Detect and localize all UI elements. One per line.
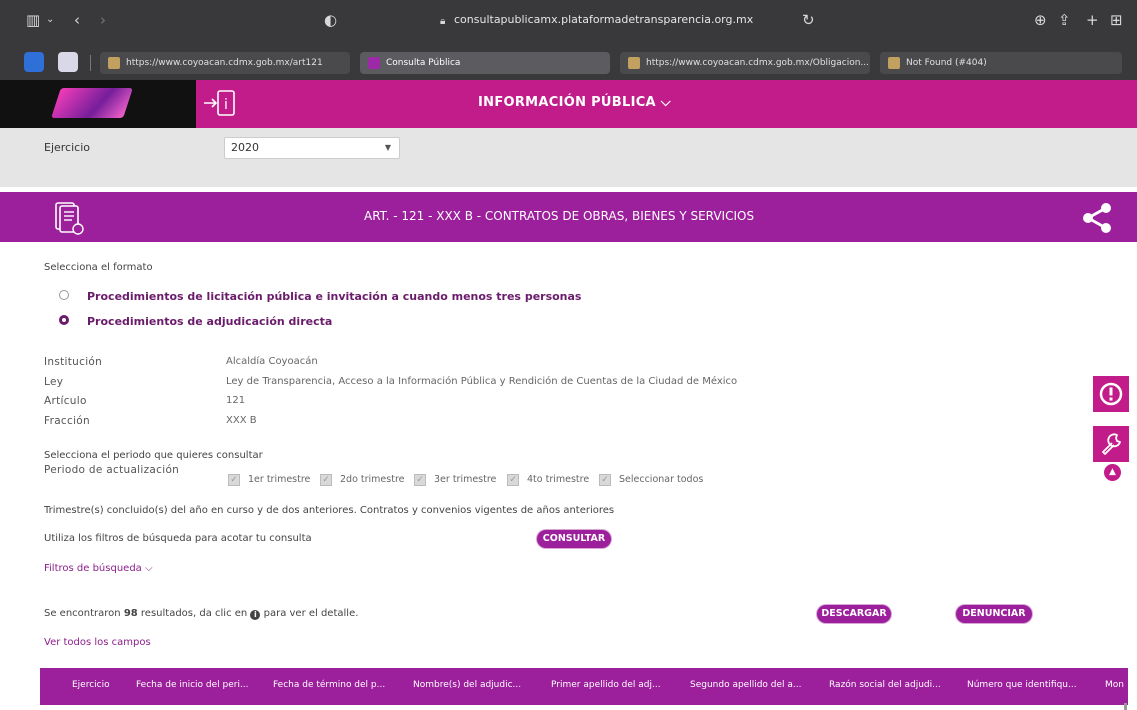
new-tab-icon[interactable]: + [1086,10,1099,30]
wrench-icon [1102,433,1121,455]
chevron-down-icon: ▼ [384,143,391,152]
tab-overview-icon[interactable]: ⊞ [1110,10,1123,30]
tab-not-found[interactable]: Not Found (#404) [880,52,1122,74]
browser-toolbar: ▥ ⌄ ‹ › ◐ 🔒︎ consultapublicamx.plataform… [0,0,1137,42]
tab-strip: https://www.coyoacan.cdmx.gob.mx/art121 … [0,52,1137,74]
ejercicio-bar [0,128,1137,187]
alert-icon [1099,382,1123,406]
address-bar[interactable]: consultapublicamx.plataformadetransparen… [454,13,753,26]
column-header[interactable]: Fecha de inicio del peri... [136,680,249,690]
share-icon[interactable] [1080,200,1116,236]
favicon-icon [628,57,640,69]
forward-icon[interactable]: › [100,10,106,30]
ejercicio-value: 2020 [231,141,259,154]
descargar-button[interactable]: DESCARGAR [817,605,891,623]
ver-todos-campos-link[interactable]: Ver todos los campos [44,637,151,648]
svg-text:i: i [224,97,228,113]
reload-icon[interactable]: ↻ [802,10,815,30]
alert-button[interactable] [1093,376,1129,412]
ley-label: Ley [44,376,64,388]
login-info-icon[interactable]: i [200,86,240,120]
format-prompt: Selecciona el formato [44,262,153,273]
ejercicio-select[interactable]: 2020 ▼ [224,137,400,159]
checkbox-seleccionar-todos[interactable]: ✓ [599,474,611,486]
checkbox-3er-trimestre-label[interactable]: 3er trimestre [434,474,496,485]
lock-icon: 🔒︎ [440,16,446,27]
chevron-down-icon[interactable]: ⌄ [46,10,54,30]
articulo-value: 121 [226,395,246,406]
checkbox-2do-trimestre[interactable]: ✓ [320,474,332,486]
back-icon[interactable]: ‹ [74,10,80,30]
share-icon[interactable]: ⇪ [1058,10,1071,30]
checkbox-2do-trimestre-label[interactable]: 2do trimestre [340,474,405,485]
privacy-shield-icon[interactable]: ◐ [324,10,337,30]
column-header[interactable]: Segundo apellido del a... [690,680,802,690]
document-icon [48,200,88,236]
periodo-label: Periodo de actualización [44,464,180,476]
checkbox-3er-trimestre[interactable]: ✓ [414,474,426,486]
ejercicio-label: Ejercicio [44,141,90,154]
radio-licitacion-label[interactable]: Procedimientos de licitación pública e i… [87,290,581,303]
logo-mark [51,88,133,118]
tab-consulta-publica[interactable]: Consulta Pública [360,52,610,74]
fraccion-value: XXX B [226,415,257,426]
institucion-value: Alcaldía Coyoacán [226,356,318,367]
checkbox-seleccionar-todos-label[interactable]: Seleccionar todos [619,474,703,485]
scrollbar-thumb[interactable] [1124,703,1127,710]
checkbox-4to-trimestre[interactable]: ✓ [507,474,519,486]
column-header[interactable]: Primer apellido del adj... [551,680,661,690]
column-header[interactable]: Número que identifiqu... [967,680,1077,690]
filtros-hint: Utiliza los filtros de búsqueda para aco… [44,533,312,544]
site-logo[interactable] [0,80,196,128]
articulo-label: Artículo [44,395,87,407]
download-icon[interactable]: ⊕ [1034,10,1047,30]
radio-adjudicacion[interactable] [59,315,69,325]
trimestres-note: Trimestre(s) concluido(s) del año en cur… [44,505,615,516]
fraccion-label: Fracción [44,415,90,427]
checkbox-1er-trimestre[interactable]: ✓ [228,474,240,486]
tab-coyoacan-art121[interactable]: https://www.coyoacan.cdmx.gob.mx/art121 [100,52,350,74]
column-header[interactable]: Ejercicio [72,680,110,690]
info-icon: i [250,610,261,620]
sidebar-toggle-icon[interactable]: ▥ [26,10,40,30]
consultar-button[interactable]: CONSULTAR [537,530,611,548]
scroll-top-icon[interactable]: ▲ [1104,464,1121,481]
results-count: 98 [123,608,138,619]
tab-coyoacan-obligaciones[interactable]: https://www.coyoacan.cdmx.gob.mx/Obligac… [620,52,870,74]
radio-adjudicacion-label[interactable]: Procedimientos de adjudicación directa [87,315,332,328]
checkbox-1er-trimestre-label[interactable]: 1er trimestre [248,474,310,485]
filtros-busqueda-toggle[interactable]: Filtros de búsqueda ⌵ [44,563,153,574]
denunciar-button[interactable]: DENUNCIAR [956,605,1032,623]
favicon-icon [888,57,900,69]
column-header[interactable]: Fecha de término del p... [273,680,385,690]
radio-licitacion[interactable] [59,290,69,300]
favicon-icon [368,57,380,69]
institucion-label: Institución [44,356,103,368]
favicon-icon [108,57,120,69]
ley-value: Ley de Transparencia, Acceso a la Inform… [226,376,738,387]
checkbox-4to-trimestre-label[interactable]: 4to trimestre [527,474,589,485]
column-header[interactable]: Razón social del adjudi... [829,680,941,690]
results-table-header: Ejercicio Fecha de inicio del peri... Fe… [40,668,1128,705]
periodo-prompt: Selecciona el periodo que quieres consul… [44,450,263,461]
informacion-publica-menu[interactable]: INFORMACIÓN PÚBLICA ⌵ [478,95,671,110]
results-summary: Se encontraron 98 resultados, da clic en… [44,608,359,620]
column-header[interactable]: Mon [1105,680,1124,690]
tools-button[interactable] [1093,426,1129,462]
column-header[interactable]: Nombre(s) del adjudic... [413,680,521,690]
article-title: ART. - 121 - XXX B - CONTRATOS DE OBRAS,… [364,209,755,223]
